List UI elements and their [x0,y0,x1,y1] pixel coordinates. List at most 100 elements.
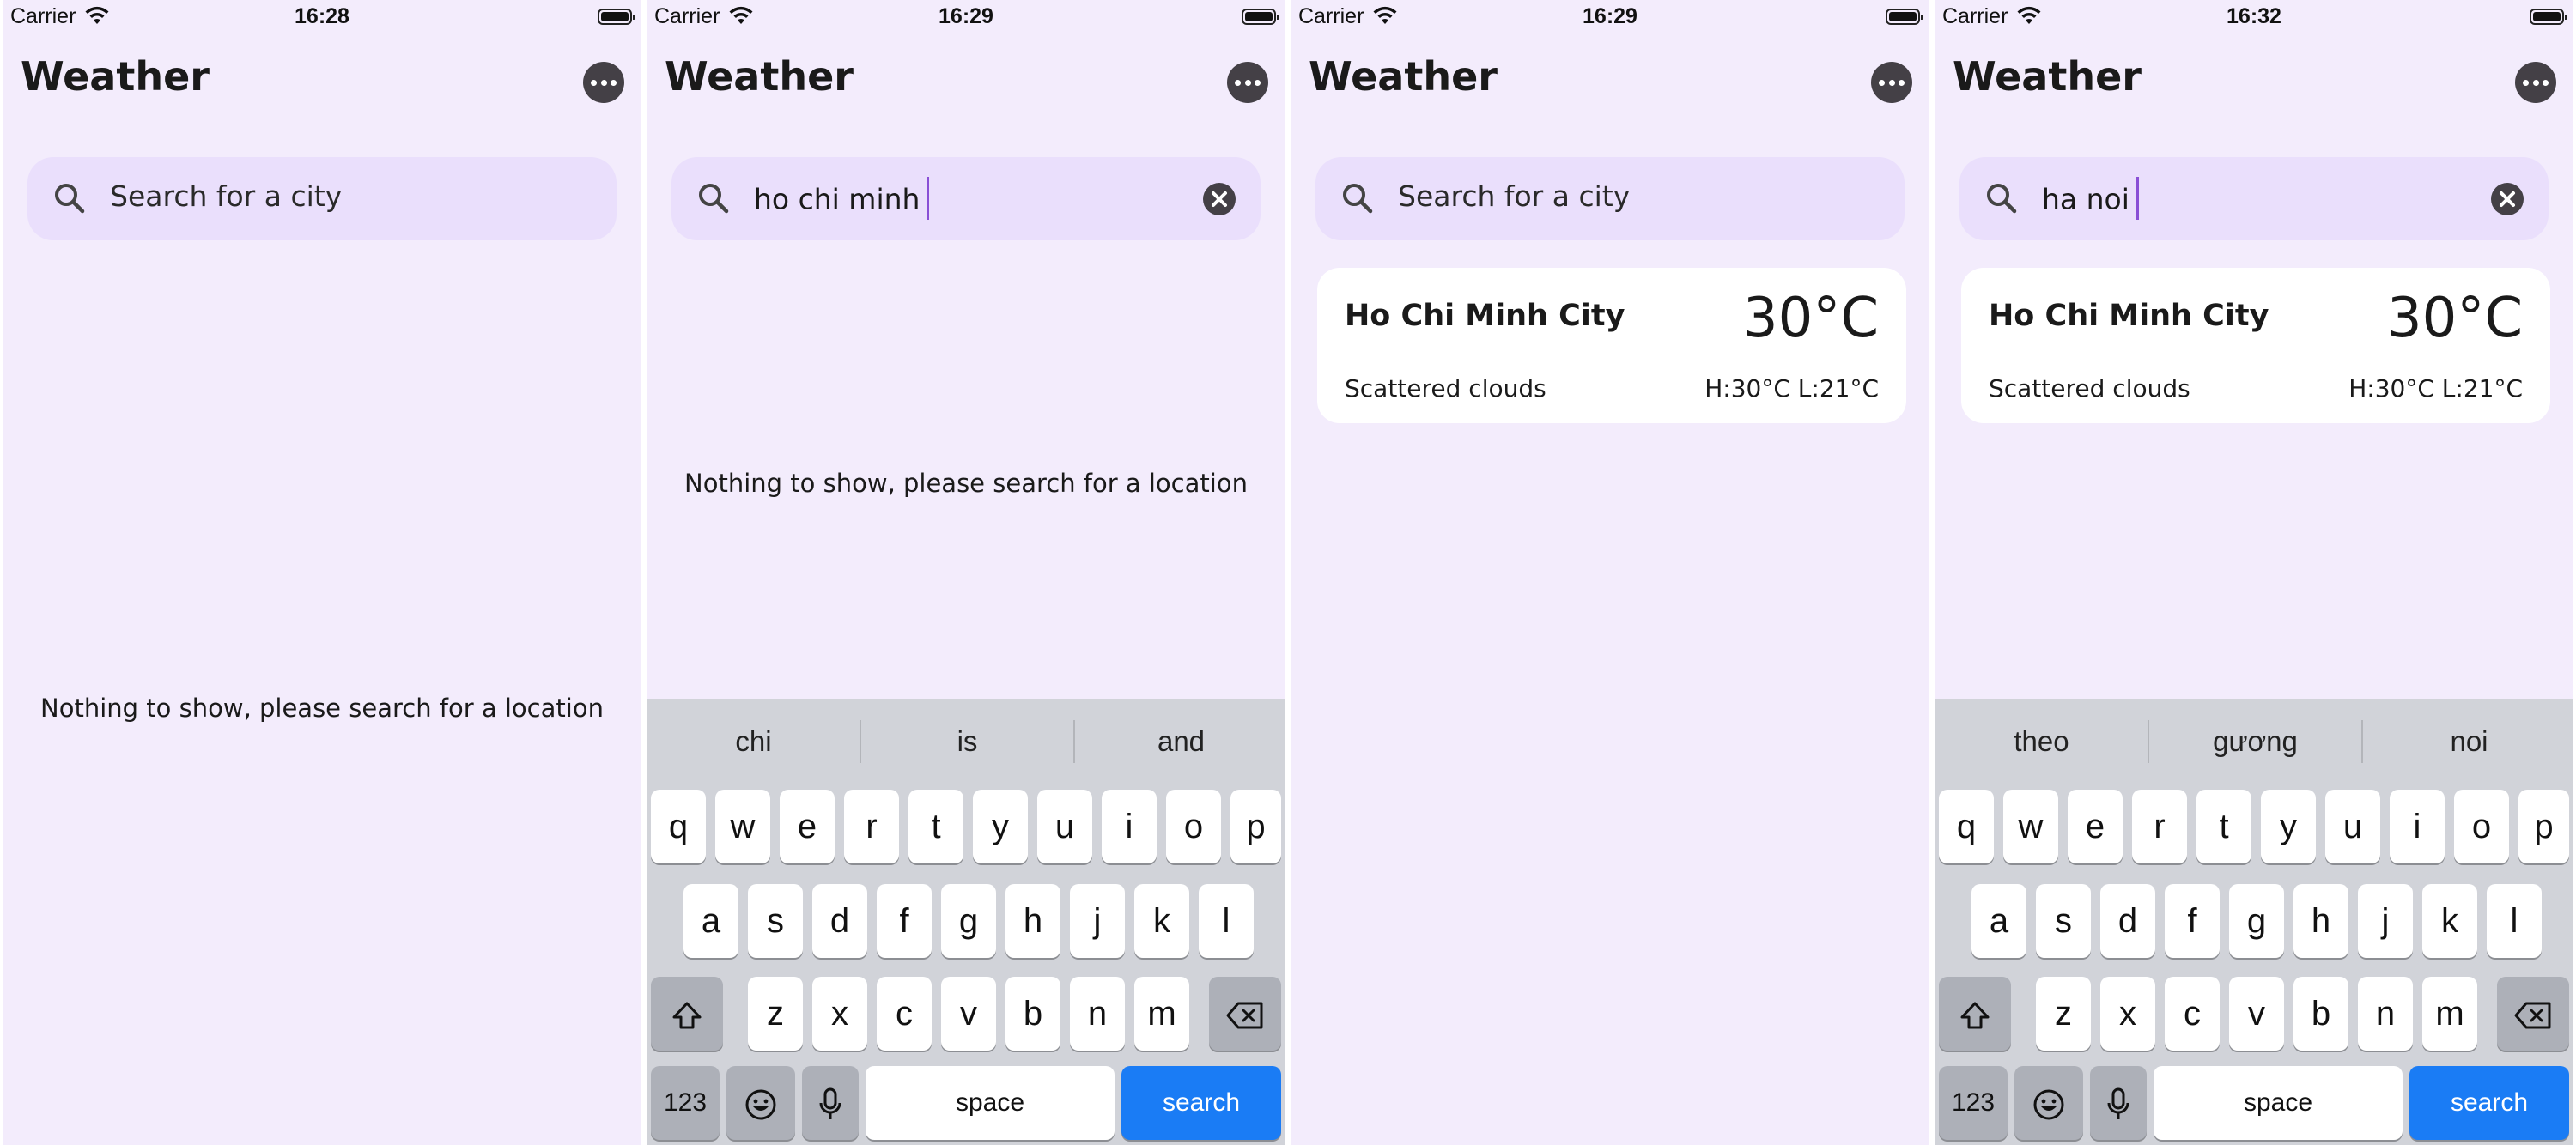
delete-key[interactable] [1209,977,1281,1051]
clear-icon[interactable] [1202,182,1236,216]
key-p[interactable]: p [1230,790,1281,863]
key-q[interactable]: q [1939,790,1994,863]
key-m[interactable]: m [1134,977,1189,1051]
more-options-button[interactable] [1871,62,1912,103]
key-x[interactable]: x [812,977,867,1051]
shift-key[interactable] [1939,977,2011,1051]
emoji-key[interactable] [726,1066,795,1140]
key-w[interactable]: w [2003,790,2058,863]
empty-state-message: Nothing to show, please search for a loc… [684,469,1248,498]
numbers-key[interactable]: 123 [1939,1066,2008,1140]
key-j[interactable]: j [2358,884,2413,958]
key-u[interactable]: u [2325,790,2380,863]
dictation-key[interactable] [802,1066,859,1140]
key-z[interactable]: z [2036,977,2091,1051]
city-name: Ho Chi Minh City [1989,299,2269,333]
clear-icon[interactable] [2490,182,2524,216]
numbers-key[interactable]: 123 [651,1066,720,1140]
text-caret [927,177,930,220]
search-field[interactable]: Search for a city [1315,157,1905,240]
key-s[interactable]: s [748,884,803,958]
weather-card[interactable]: Ho Chi Minh City 30°C Scattered clouds H… [1961,268,2550,423]
key-g[interactable]: g [2229,884,2284,958]
key-i[interactable]: i [2390,790,2445,863]
key-s[interactable]: s [2036,884,2091,958]
space-key[interactable]: space [2154,1066,2403,1140]
key-f[interactable]: f [877,884,932,958]
suggestion-item[interactable]: noi [2363,699,2573,785]
search-key[interactable]: search [1121,1066,1281,1140]
key-m[interactable]: m [2422,977,2477,1051]
search-placeholder: Search for a city [1398,179,1631,213]
delete-key[interactable] [2497,977,2569,1051]
shift-icon [1960,1002,1990,1029]
shift-key[interactable] [651,977,723,1051]
key-b[interactable]: b [1005,977,1060,1051]
key-f[interactable]: f [2165,884,2220,958]
key-e[interactable]: e [2068,790,2123,863]
key-q[interactable]: q [651,790,706,863]
dictation-key[interactable] [2090,1066,2147,1140]
weather-card[interactable]: Ho Chi Minh City 30°C Scattered clouds H… [1317,268,1906,423]
keyboard: chi is and q w e r t y u i o p a s d f g… [647,699,1285,1145]
key-r[interactable]: r [844,790,899,863]
key-d[interactable]: d [2100,884,2155,958]
delete-icon [1226,1002,1263,1029]
key-a[interactable]: a [683,884,738,958]
key-j[interactable]: j [1070,884,1125,958]
key-g[interactable]: g [941,884,996,958]
key-t[interactable]: t [2196,790,2251,863]
key-w[interactable]: w [715,790,770,863]
page-title: Weather [1309,53,1498,100]
key-d[interactable]: d [812,884,867,958]
key-k[interactable]: k [2422,884,2477,958]
search-input[interactable]: ho chi minh [754,177,930,222]
suggestion-item[interactable]: theo [1935,699,2148,785]
key-k[interactable]: k [1134,884,1189,958]
key-b[interactable]: b [2293,977,2348,1051]
search-field[interactable]: ha noi [1959,157,2549,240]
key-r[interactable]: r [2132,790,2187,863]
text-caret [2136,177,2139,220]
more-options-button[interactable] [583,62,624,103]
key-o[interactable]: o [2454,790,2509,863]
suggestion-item[interactable]: gương [2149,699,2361,785]
search-key[interactable]: search [2409,1066,2569,1140]
key-z[interactable]: z [748,977,803,1051]
suggestion-item[interactable]: chi [647,699,860,785]
shift-icon [672,1002,702,1029]
key-y[interactable]: y [2261,790,2316,863]
key-t[interactable]: t [908,790,963,863]
key-h[interactable]: h [2293,884,2348,958]
key-h[interactable]: h [1005,884,1060,958]
search-field[interactable]: Search for a city [27,157,617,240]
more-options-button[interactable] [1227,62,1268,103]
more-options-button[interactable] [2515,62,2556,103]
key-l[interactable]: l [1199,884,1254,958]
suggestion-item[interactable]: is [861,699,1073,785]
key-x[interactable]: x [2100,977,2155,1051]
key-n[interactable]: n [2358,977,2413,1051]
suggestion-item[interactable]: and [1075,699,1285,785]
search-input[interactable]: ha noi [2042,177,2139,222]
temperature: 30°C [1742,287,1879,350]
key-u[interactable]: u [1037,790,1092,863]
key-c[interactable]: c [877,977,932,1051]
key-o[interactable]: o [1166,790,1221,863]
city-name: Ho Chi Minh City [1345,299,1625,333]
key-i[interactable]: i [1102,790,1157,863]
key-a[interactable]: a [1971,884,2026,958]
search-field[interactable]: ho chi minh [671,157,1261,240]
key-y[interactable]: y [973,790,1028,863]
emoji-key[interactable] [2014,1066,2083,1140]
space-key[interactable]: space [866,1066,1115,1140]
weather-condition: Scattered clouds [1345,374,1546,403]
key-v[interactable]: v [2229,977,2284,1051]
key-n[interactable]: n [1070,977,1125,1051]
key-v[interactable]: v [941,977,996,1051]
key-l[interactable]: l [2487,884,2542,958]
key-e[interactable]: e [780,790,835,863]
key-p[interactable]: p [2518,790,2569,863]
delete-icon [2514,1002,2551,1029]
key-c[interactable]: c [2165,977,2220,1051]
